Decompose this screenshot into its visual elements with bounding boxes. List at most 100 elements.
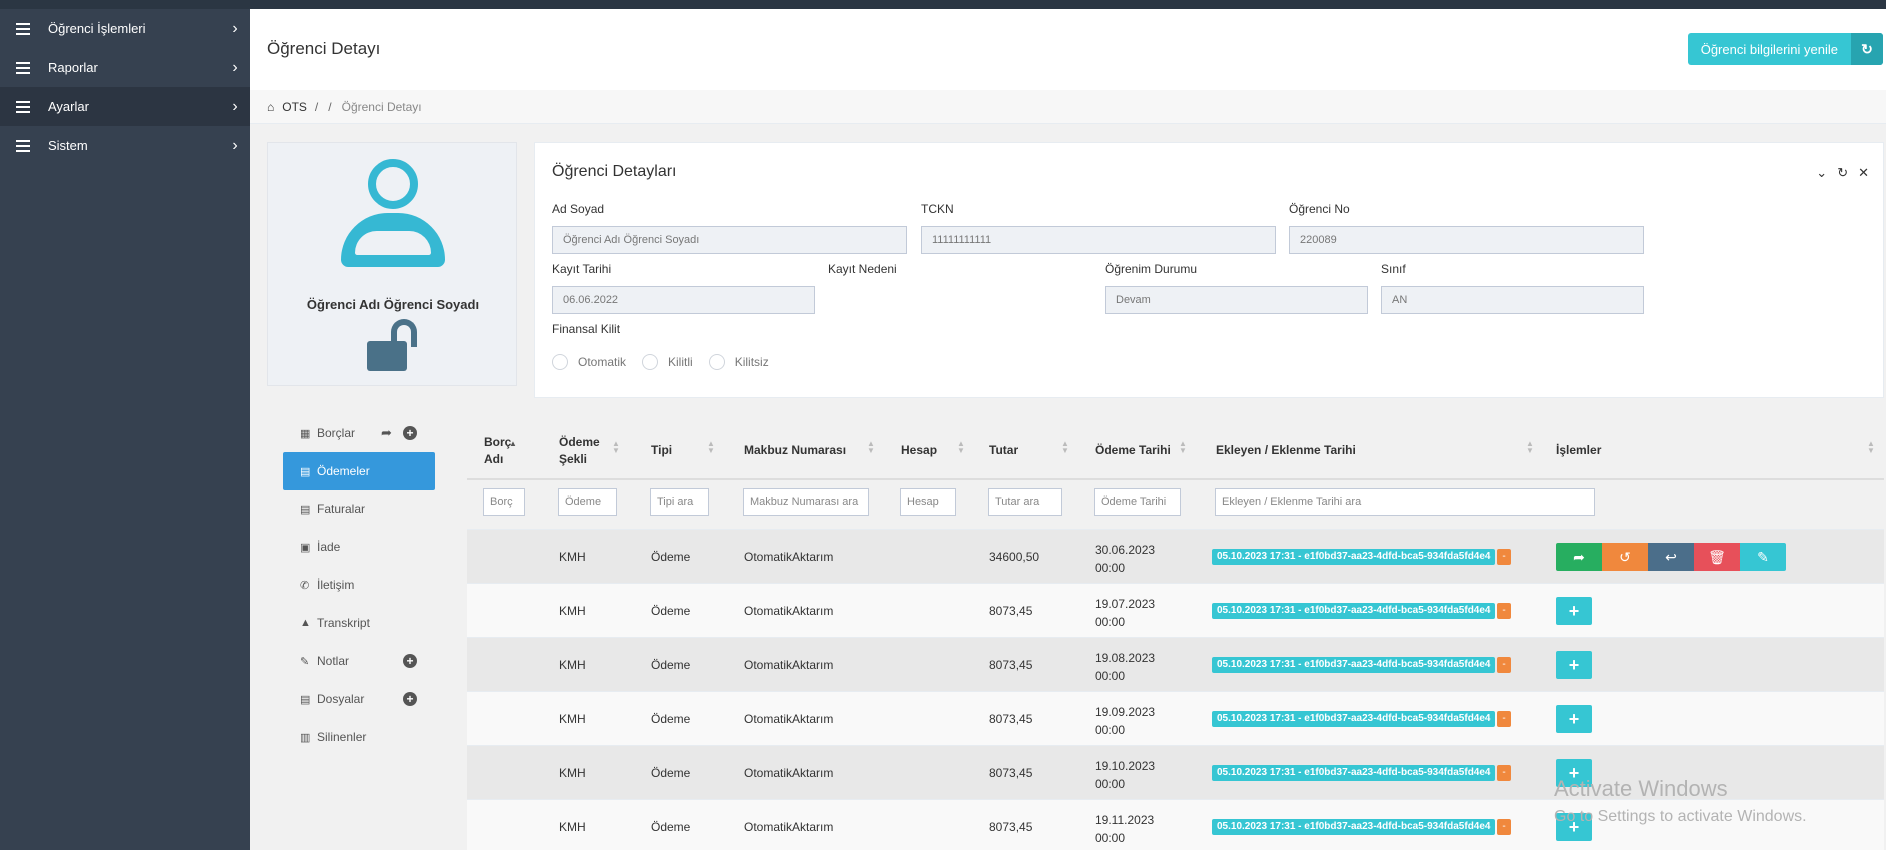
cell-odeme-tarihi: 19.07.2023 00:00 (1095, 597, 1156, 629)
tab-faturalar[interactable]: ▤ Faturalar (283, 490, 435, 528)
filter-odeme-input[interactable]: Ödeme (558, 488, 617, 516)
filter-odeme-tarihi-input[interactable]: Ödeme Tarihi (1094, 488, 1181, 516)
plus-icon: + (1568, 600, 1580, 621)
column-header-makbuz[interactable]: Makbuz Numarası (744, 442, 846, 459)
collapse-icon[interactable]: ⌄ (1816, 165, 1827, 181)
sort-icon[interactable]: ▲ ▼ (1526, 440, 1534, 455)
cell-tutar: 8073,45 (989, 658, 1033, 672)
graduation-cap-icon: ▲ (300, 617, 311, 629)
cell-odeme-sekli: KMH (559, 712, 586, 726)
sidebar-item-sistem[interactable]: Sistem › (0, 126, 250, 165)
unlock-icon (367, 319, 417, 371)
edit-button[interactable]: ✎ (1740, 543, 1786, 571)
sort-icon[interactable]: ▲ ▼ (612, 440, 620, 455)
add-circle-icon[interactable]: + (403, 654, 417, 668)
remove-badge[interactable]: - (1497, 603, 1511, 619)
column-header-odeme-sekli[interactable]: Ödeme Şekli (559, 434, 600, 468)
tab-odemeler[interactable]: ▤ Ödemeler (283, 452, 435, 490)
cell-tutar: 8073,45 (989, 820, 1033, 834)
sort-icon[interactable]: ▲ ▼ (1061, 440, 1069, 455)
detail-tabs: ▦ Borçlar ➦ + ▤ Ödemeler ▤ Faturalar ▣ İ… (283, 414, 435, 756)
column-header-odeme-tarihi[interactable]: Ödeme Tarihi (1095, 442, 1171, 459)
add-circle-icon[interactable]: + (403, 426, 417, 440)
share-icon[interactable]: ➦ (381, 425, 392, 441)
filter-borc-input[interactable]: Borç (483, 488, 525, 516)
student-details-panel: Öğrenci Detayları ⌄ ↻ ✕ Ad Soyad Öğrenci… (534, 142, 1884, 398)
remove-badge[interactable]: - (1497, 711, 1511, 727)
add-button[interactable]: + (1556, 651, 1592, 679)
sort-icon[interactable]: ▲ ▼ (1867, 440, 1875, 455)
remove-badge[interactable]: - (1497, 549, 1511, 565)
remove-badge[interactable]: - (1497, 765, 1511, 781)
forward-button[interactable]: ➦ (1556, 543, 1602, 571)
remove-badge[interactable]: - (1497, 657, 1511, 673)
filter-tipi-input[interactable]: Tipi ara (650, 488, 709, 516)
column-header-ekleyen[interactable]: Ekleyen / Eklenme Tarihi (1216, 442, 1356, 459)
ad-soyad-field[interactable]: Öğrenci Adı Öğrenci Soyadı (552, 226, 907, 254)
cell-odeme-sekli: KMH (559, 604, 586, 618)
radio-otomatik[interactable] (552, 354, 568, 370)
ekleyen-badge: 05.10.2023 17:31 - e1f0bd37-aa23-4dfd-bc… (1212, 603, 1496, 619)
refresh-student-button[interactable]: Öğrenci bilgilerini yenile ↻ (1687, 33, 1883, 65)
ad-soyad-label: Ad Soyad (552, 202, 605, 216)
column-header-hesap[interactable]: Hesap (901, 442, 937, 459)
delete-button[interactable]: 🗑 (1694, 543, 1740, 571)
edit-icon: ✎ (1757, 548, 1769, 565)
cell-tipi: Ödeme (651, 712, 691, 726)
sidebar-item-ogrenci-islemleri[interactable]: Öğrenci İşlemleri › (0, 9, 250, 48)
kayit-tarihi-field[interactable]: 06.06.2022 (552, 286, 815, 314)
sidebar-item-raporlar[interactable]: Raporlar › (0, 48, 250, 87)
tab-transkript[interactable]: ▲ Transkript (283, 604, 435, 642)
undo-button[interactable]: ↺ (1602, 543, 1648, 571)
sort-asc-icon[interactable]: ▲ (509, 440, 517, 448)
sidebar-item-label: Öğrenci İşlemleri (48, 21, 146, 36)
ogrenim-durumu-label: Öğrenim Durumu (1105, 262, 1198, 276)
table-row: KMH Ödeme OtomatikAktarım 8073,45 19.08.… (467, 637, 1884, 691)
sidebar-item-ayarlar[interactable]: Ayarlar › (0, 87, 250, 126)
ekleyen-badge: 05.10.2023 17:31 - e1f0bd37-aa23-4dfd-bc… (1212, 765, 1496, 781)
tab-label: Transkript (317, 616, 370, 630)
tab-iade[interactable]: ▣ İade (283, 528, 435, 566)
home-icon[interactable]: ⌂ (267, 100, 274, 114)
filter-makbuz-input[interactable]: Makbuz Numarası ara (743, 488, 869, 516)
tckn-field[interactable]: 11111111111 (921, 226, 1276, 254)
column-header-tipi[interactable]: Tipi (651, 442, 672, 459)
reply-button[interactable]: ↩ (1648, 543, 1694, 571)
remove-badge[interactable]: - (1497, 819, 1511, 835)
add-button[interactable]: + (1556, 597, 1592, 625)
sidebar-item-label: Raporlar (48, 60, 98, 75)
cell-makbuz: OtomatikAktarım (744, 766, 834, 780)
plus-icon: + (1568, 654, 1580, 675)
ogrenci-no-field[interactable]: 220089 (1289, 226, 1644, 254)
cell-tipi: Ödeme (651, 820, 691, 834)
tab-silinenler[interactable]: ▥ Silinenler (283, 718, 435, 756)
sinif-field[interactable]: AN (1381, 286, 1644, 314)
column-header-islemler[interactable]: İşlemler (1556, 442, 1601, 459)
add-button[interactable]: + (1556, 705, 1592, 733)
tab-iletisim[interactable]: ✆ İletişim (283, 566, 435, 604)
tab-borclar[interactable]: ▦ Borçlar ➦ + (283, 414, 435, 452)
sort-icon[interactable]: ▲ ▼ (707, 440, 715, 455)
profile-name: Öğrenci Adı Öğrenci Soyadı (306, 297, 480, 312)
close-icon[interactable]: ✕ (1858, 165, 1869, 181)
tab-dosyalar[interactable]: ▤ Dosyalar + (283, 680, 435, 718)
radio-kilitli[interactable] (642, 354, 659, 370)
tab-notlar[interactable]: ✎ Notlar + (283, 642, 435, 680)
profile-card: Öğrenci Adı Öğrenci Soyadı (267, 142, 517, 386)
chevron-right-icon: › (232, 58, 238, 76)
filter-hesap-input[interactable]: Hesap (900, 488, 956, 516)
filter-ekleyen-input[interactable]: Ekleyen / Eklenme Tarihi ara (1215, 488, 1595, 516)
column-header-borc-adi[interactable]: Borç Adı (484, 434, 511, 468)
sort-icon[interactable]: ▲ ▼ (957, 440, 965, 455)
filter-tutar-input[interactable]: Tutar ara (988, 488, 1062, 516)
avatar-body (341, 213, 445, 267)
cell-makbuz: OtomatikAktarım (744, 550, 834, 564)
radio-kilitsiz[interactable] (708, 354, 725, 370)
reload-icon[interactable]: ↻ (1837, 165, 1848, 181)
add-circle-icon[interactable]: + (403, 692, 417, 706)
column-header-tutar[interactable]: Tutar (989, 442, 1018, 459)
ogrenim-durumu-field[interactable]: Devam (1105, 286, 1368, 314)
sort-icon[interactable]: ▲ ▼ (1179, 440, 1187, 455)
sort-icon[interactable]: ▲ ▼ (867, 440, 875, 455)
breadcrumb-home-link[interactable]: OTS (282, 100, 307, 114)
